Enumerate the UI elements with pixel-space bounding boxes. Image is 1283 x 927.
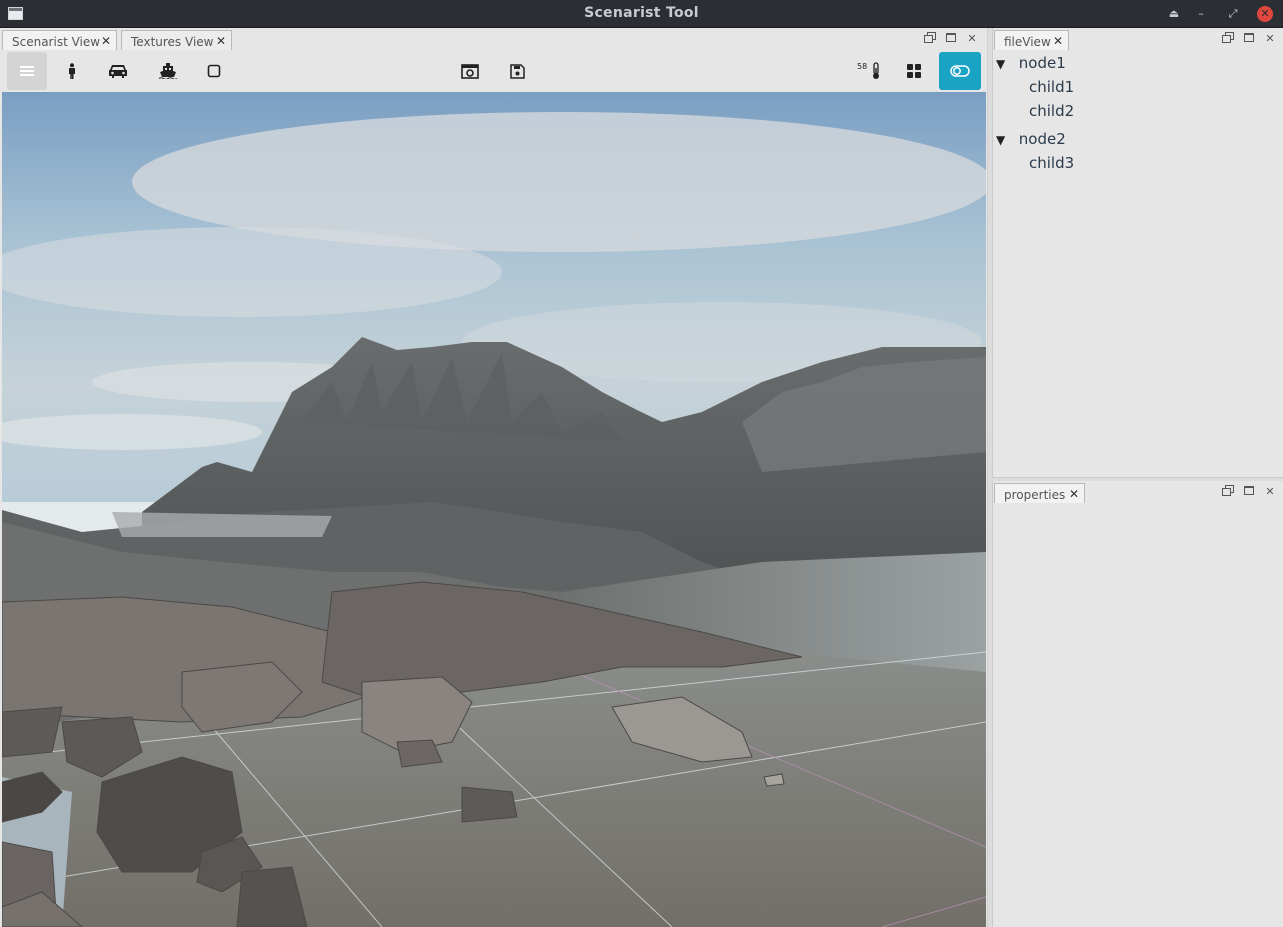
toggle-icon: [950, 65, 970, 77]
tree-child[interactable]: child2: [1029, 102, 1074, 122]
tree-child-label[interactable]: child1: [1029, 78, 1074, 96]
layout-button[interactable]: [894, 52, 934, 90]
tree-child-label[interactable]: child3: [1029, 154, 1074, 172]
tab-textures-view[interactable]: Textures View ✕: [121, 30, 232, 50]
expand-arrow-icon[interactable]: ▼: [996, 133, 1010, 147]
close-panel-icon[interactable]: ✕: [965, 32, 979, 46]
tree-node-label[interactable]: node2: [1019, 130, 1066, 148]
screenshot-icon: [461, 63, 479, 79]
maximize-icon[interactable]: ⤢: [1225, 6, 1241, 22]
close-tab-icon[interactable]: ✕: [101, 34, 111, 48]
tree-node-label[interactable]: node1: [1019, 54, 1066, 72]
save-button[interactable]: [497, 52, 537, 90]
close-tab-icon[interactable]: ✕: [1053, 34, 1063, 48]
minimize-icon[interactable]: –: [1193, 6, 1209, 22]
tab-label: Scenarist View: [12, 35, 101, 49]
tree-child-label[interactable]: child2: [1029, 102, 1074, 120]
add-ship-button[interactable]: [148, 52, 188, 90]
menu-icon: [20, 66, 34, 76]
car-icon: [109, 65, 127, 78]
dock-controls: ✕: [918, 32, 979, 46]
tab-label: fileView: [1004, 35, 1051, 49]
save-icon: [509, 63, 525, 79]
tab-label: Textures View: [131, 35, 214, 49]
close-panel-icon[interactable]: ✕: [1263, 32, 1277, 46]
grid-icon: [907, 64, 921, 78]
add-object-button[interactable]: [194, 52, 234, 90]
close-panel-icon[interactable]: ✕: [1263, 485, 1277, 499]
tree-child[interactable]: child3: [1029, 154, 1074, 174]
menu-button[interactable]: [7, 52, 47, 90]
dock-controls: ✕: [1216, 485, 1277, 499]
square-icon: [207, 64, 221, 78]
maximize-panel-icon[interactable]: [944, 32, 958, 46]
title-bar: Scenarist Tool ⏏ – ⤢ ✕: [0, 0, 1283, 28]
add-car-button[interactable]: [98, 52, 138, 90]
scene-viewport[interactable]: [2, 92, 986, 927]
close-tab-icon[interactable]: ✕: [216, 34, 226, 48]
person-icon: [69, 63, 75, 79]
expand-arrow-icon[interactable]: ▼: [996, 57, 1010, 71]
maximize-panel-icon[interactable]: [1242, 32, 1256, 46]
shade-icon[interactable]: ⏏: [1166, 6, 1182, 22]
close-window-icon[interactable]: ✕: [1257, 6, 1273, 22]
temperature-value: 58: [857, 62, 868, 71]
left-tabbar: Scenarist View ✕ Textures View ✕ ✕: [0, 28, 987, 50]
tree-child[interactable]: child1: [1029, 78, 1074, 98]
tab-scenarist-view[interactable]: Scenarist View ✕: [2, 30, 117, 50]
tab-label: properties: [1004, 488, 1066, 502]
thermometer-icon: [873, 62, 879, 79]
float-panel-icon[interactable]: [1220, 485, 1234, 499]
add-pedestrian-button[interactable]: [52, 52, 92, 90]
properties-panel: properties ✕ ✕: [992, 481, 1283, 927]
float-panel-icon[interactable]: [1220, 32, 1234, 46]
ship-icon: [159, 63, 177, 79]
window-title: Scenarist Tool: [584, 5, 699, 21]
toggle-button[interactable]: [939, 52, 981, 90]
fileview-tabbar: fileView ✕ ✕: [993, 28, 1283, 50]
tree-node[interactable]: ▼ node1: [996, 54, 1066, 74]
scene-render[interactable]: [2, 92, 986, 927]
float-panel-icon[interactable]: [922, 32, 936, 46]
properties-tabbar: properties ✕ ✕: [993, 481, 1283, 503]
maximize-panel-icon[interactable]: [1242, 485, 1256, 499]
tab-fileview[interactable]: fileView ✕: [994, 30, 1069, 50]
dock-controls: ✕: [1216, 32, 1277, 46]
scenarist-toolbar: 58: [2, 50, 987, 92]
tree-node[interactable]: ▼ node2: [996, 130, 1066, 150]
screenshot-button[interactable]: [450, 52, 490, 90]
temperature-button[interactable]: 58: [850, 52, 890, 90]
tab-properties[interactable]: properties ✕: [994, 483, 1085, 503]
close-tab-icon[interactable]: ✕: [1069, 487, 1079, 501]
